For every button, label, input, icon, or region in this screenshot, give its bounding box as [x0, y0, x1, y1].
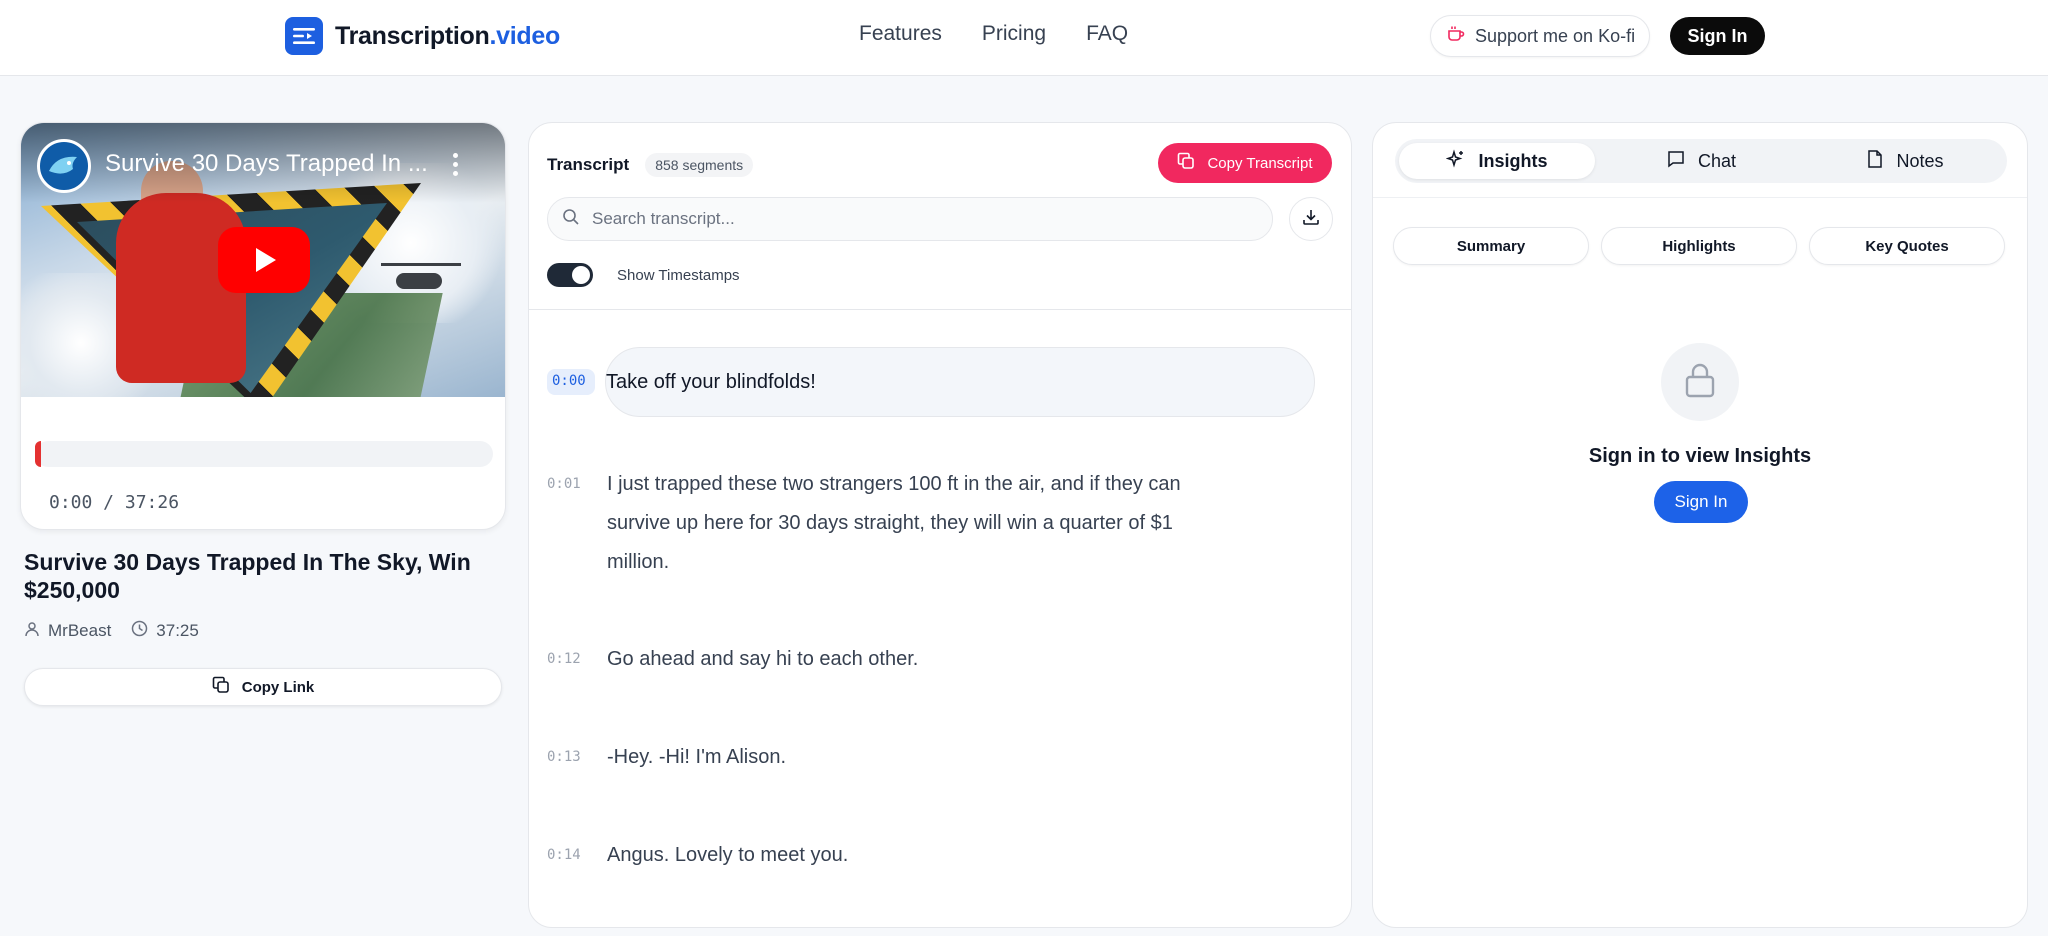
time-readout: 0:00 / 37:26 — [49, 492, 180, 513]
insights-signin-button[interactable]: Sign In — [1654, 481, 1748, 523]
download-button[interactable] — [1289, 197, 1333, 241]
video-duration: 37:25 — [156, 621, 199, 640]
more-vertical-icon[interactable] — [449, 153, 461, 179]
transcript-segment[interactable]: 0:00 Take off your blindfolds! — [547, 347, 1315, 417]
clock-icon — [131, 620, 148, 642]
transcript-segment[interactable]: 0:13 -Hey. -Hi! I'm Alison. — [547, 746, 1207, 777]
copy-icon — [1177, 152, 1195, 174]
video-progress-bar[interactable] — [35, 441, 493, 467]
video-thumbnail[interactable]: Survive 30 Days Trapped In ... — [21, 123, 505, 397]
top-navbar: Transcription.video Features Pricing FAQ… — [0, 0, 2048, 76]
transcript-header: Transcript 858 segments — [547, 153, 754, 177]
channel-avatar[interactable] — [37, 139, 91, 193]
segments-badge: 858 segments — [645, 153, 754, 177]
timestamps-toggle-row: Show Timestamps — [547, 263, 740, 287]
segment-timestamp[interactable]: 0:00 — [547, 369, 595, 395]
play-button[interactable] — [218, 227, 310, 293]
copy-transcript-label: Copy Transcript — [1207, 154, 1313, 172]
nav-faq[interactable]: FAQ — [1086, 22, 1128, 46]
segment-text: I just trapped these two strangers 100 f… — [607, 473, 1181, 573]
tab-insights[interactable]: Insights — [1399, 143, 1595, 179]
tab-insights-label: Insights — [1478, 150, 1548, 171]
tab-chat-label: Chat — [1697, 150, 1737, 171]
copy-icon — [212, 676, 230, 698]
chat-icon — [1666, 149, 1686, 174]
segment-text: Go ahead and say hi to each other. — [607, 648, 919, 670]
segment-timestamp[interactable]: 0:01 — [547, 473, 607, 582]
video-player-card: Survive 30 Days Trapped In ... 0:00 / 37… — [20, 122, 506, 530]
nav-pricing[interactable]: Pricing — [982, 22, 1046, 46]
tab-notes[interactable]: Notes — [1807, 143, 2003, 179]
lock-icon — [1683, 361, 1717, 404]
timestamps-toggle[interactable] — [547, 263, 593, 287]
logo[interactable]: Transcription.video — [285, 17, 560, 55]
subtab-highlights[interactable]: Highlights — [1601, 227, 1797, 265]
file-icon — [1866, 149, 1884, 174]
sparkles-icon — [1446, 148, 1466, 174]
toggle-label: Show Timestamps — [617, 266, 740, 284]
logo-icon — [285, 17, 323, 55]
kofi-button[interactable]: Support me on Ko-fi — [1430, 15, 1650, 57]
video-meta: MrBeast 37:25 — [24, 620, 199, 642]
segment-timestamp[interactable]: 0:14 — [547, 844, 607, 875]
segment-text: Angus. Lovely to meet you. — [607, 844, 849, 866]
kofi-label: Support me on Ko-fi — [1475, 25, 1636, 46]
insight-subtabs: Summary Highlights Key Quotes — [1393, 227, 2005, 265]
search-input[interactable] — [592, 209, 1232, 229]
subtab-summary[interactable]: Summary — [1393, 227, 1589, 265]
user-icon — [24, 621, 40, 642]
channel-name: MrBeast — [48, 621, 112, 640]
copy-link-label: Copy Link — [241, 678, 315, 696]
copy-link-button[interactable]: Copy Link — [24, 668, 502, 706]
transcript-segment[interactable]: 0:01 I just trapped these two strangers … — [547, 473, 1207, 582]
segment-timestamp[interactable]: 0:12 — [547, 648, 607, 679]
search-icon — [562, 208, 580, 231]
video-title: Survive 30 Days Trapped In The Sky, Win … — [24, 549, 471, 603]
progress-fill — [35, 441, 41, 467]
transcript-segment[interactable]: 0:14 Angus. Lovely to meet you. — [547, 844, 1207, 875]
insights-panel: Insights Chat Notes Summary Highlights K… — [1372, 122, 2028, 928]
download-icon — [1302, 208, 1320, 231]
main-nav: Features Pricing FAQ — [859, 22, 1128, 46]
nav-features[interactable]: Features — [859, 22, 942, 46]
tab-chat[interactable]: Chat — [1603, 143, 1799, 179]
transcript-search — [547, 197, 1273, 241]
header-signin-button[interactable]: Sign In — [1670, 17, 1765, 55]
lock-message: Sign in to view Insights — [1588, 445, 1812, 467]
segment-timestamp[interactable]: 0:13 — [547, 746, 607, 777]
segment-text: Take off your blindfolds! — [606, 370, 816, 393]
copy-transcript-button[interactable]: Copy Transcript — [1158, 143, 1332, 183]
duration-meta: 37:25 — [131, 620, 199, 642]
logo-text: Transcription.video — [335, 21, 560, 50]
segment-text: -Hey. -Hi! I'm Alison. — [607, 746, 787, 768]
embed-video-title[interactable]: Survive 30 Days Trapped In ... — [105, 150, 435, 178]
transcript-panel: Transcript 858 segments Copy Transcript … — [528, 122, 1352, 928]
tab-notes-label: Notes — [1896, 150, 1944, 171]
insights-tabs: Insights Chat Notes — [1395, 139, 2007, 183]
coffee-icon — [1447, 25, 1465, 48]
channel-meta: MrBeast — [24, 620, 111, 642]
transcript-title: Transcript — [547, 155, 630, 174]
transcript-segment[interactable]: 0:12 Go ahead and say hi to each other. — [547, 648, 1207, 679]
lock-badge — [1661, 343, 1739, 421]
subtab-key-quotes[interactable]: Key Quotes — [1809, 227, 2005, 265]
play-icon — [256, 248, 276, 272]
